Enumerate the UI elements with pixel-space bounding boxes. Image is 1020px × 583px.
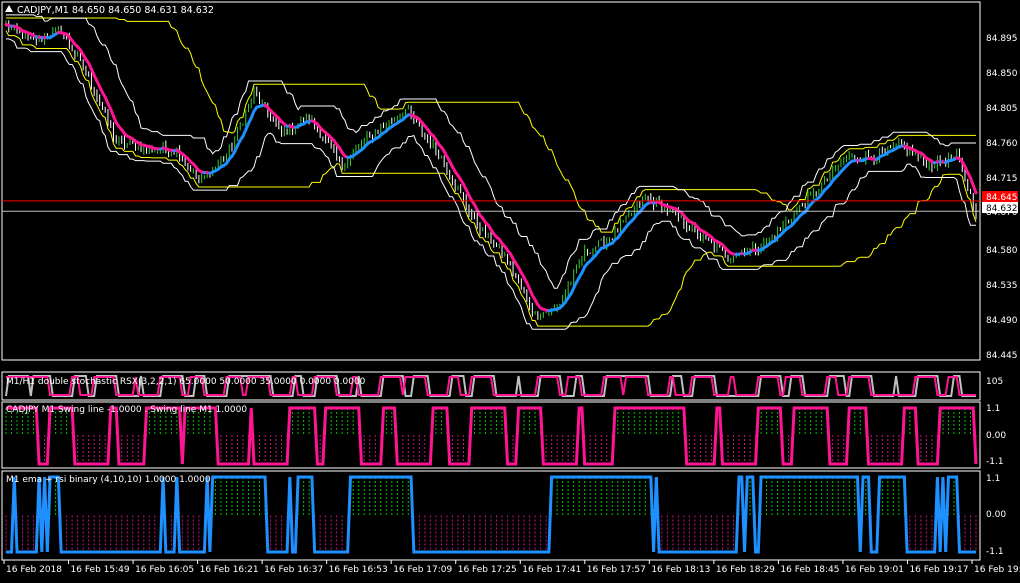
ind2-tick-label: 0.00 bbox=[986, 431, 1006, 441]
bid-price-label: 84.645 bbox=[986, 193, 1018, 203]
x-tick-label: 16 Feb 17:41 bbox=[522, 565, 581, 575]
x-tick-label: 16 Feb 19:01 bbox=[845, 565, 904, 575]
x-tick-label: 16 Feb 18:29 bbox=[716, 565, 775, 575]
chart-background bbox=[0, 0, 1020, 579]
ind3-tick-label: 1.1 bbox=[986, 474, 1000, 484]
x-tick-label: 16 Feb 18:45 bbox=[780, 565, 839, 575]
ind1-tick-label: 105 bbox=[986, 377, 1003, 387]
x-tick-label: 16 Feb 17:09 bbox=[393, 565, 452, 575]
x-tick-label: 16 Feb 19:33 bbox=[974, 565, 1020, 575]
current-price-label: 84.632 bbox=[986, 204, 1018, 214]
x-tick-label: 16 Feb 17:57 bbox=[587, 565, 646, 575]
chart-title: CADJPY,M1 84.650 84.650 84.631 84.632 bbox=[17, 5, 214, 16]
ind3-tick-label: 0.00 bbox=[986, 510, 1006, 520]
chart-canvas[interactable]: 84.895 84.850 84.805 84.760 84.715 84.67… bbox=[0, 0, 1020, 579]
ema-rsi-title: M1 ema + rsi binary (4,10,10) 1.0000 1.0… bbox=[6, 475, 211, 485]
x-tick-label: 16 Feb 16:21 bbox=[200, 565, 259, 575]
ind2-tick-label: -1.1 bbox=[986, 457, 1004, 467]
y-tick-label: 84.490 bbox=[986, 316, 1018, 326]
y-tick-label: 84.805 bbox=[986, 104, 1018, 114]
x-tick-label: 16 Feb 16:53 bbox=[329, 565, 388, 575]
stochastic-title: M1/H1 double stochastic RSX(3,2,2,1) 65.… bbox=[6, 377, 366, 387]
ind2-tick-label: 1.1 bbox=[986, 404, 1000, 414]
x-tick-label: 16 Feb 18:13 bbox=[651, 565, 710, 575]
y-tick-label: 84.535 bbox=[986, 281, 1018, 291]
swing-line-title: CADJPY M1 Swing line -1.0000 . Swing lin… bbox=[6, 405, 247, 415]
y-tick-label: 84.445 bbox=[986, 351, 1018, 361]
x-tick-label: 16 Feb 17:25 bbox=[458, 565, 517, 575]
x-tick-label: 16 Feb 16:05 bbox=[135, 565, 194, 575]
x-tick-label: 16 Feb 19:17 bbox=[909, 565, 968, 575]
x-tick-label: 16 Feb 15:49 bbox=[71, 565, 130, 575]
x-tick-label: 16 Feb 16:37 bbox=[264, 565, 323, 575]
x-tick-label: 16 Feb 2018 bbox=[6, 565, 62, 575]
y-tick-label: 84.850 bbox=[986, 69, 1018, 79]
y-tick-label: 84.715 bbox=[986, 174, 1018, 184]
trading-chart[interactable]: 84.895 84.850 84.805 84.760 84.715 84.67… bbox=[0, 0, 1020, 579]
ind3-tick-label: -1.1 bbox=[986, 547, 1004, 557]
y-tick-label: 84.760 bbox=[986, 139, 1018, 149]
y-tick-label: 84.895 bbox=[986, 34, 1018, 44]
y-tick-label: 84.580 bbox=[986, 246, 1018, 256]
